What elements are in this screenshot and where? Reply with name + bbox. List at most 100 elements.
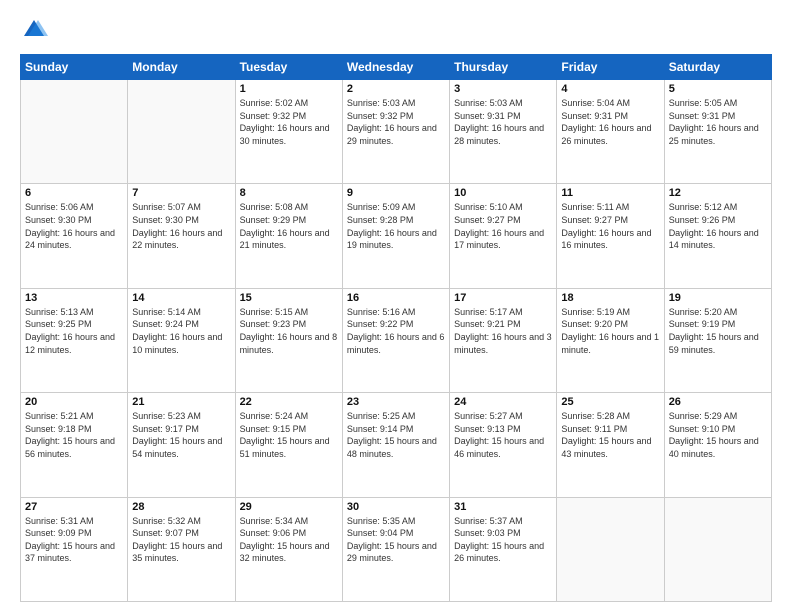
calendar-table: SundayMondayTuesdayWednesdayThursdayFrid… — [20, 54, 772, 602]
calendar-cell-2-6: 19 Sunrise: 5:20 AM Sunset: 9:19 PM Dayli… — [664, 288, 771, 392]
calendar-cell-1-2: 8 Sunrise: 5:08 AM Sunset: 9:29 PM Daylig… — [235, 184, 342, 288]
calendar-header-thursday: Thursday — [450, 55, 557, 80]
calendar-header-wednesday: Wednesday — [342, 55, 449, 80]
calendar-cell-1-6: 12 Sunrise: 5:12 AM Sunset: 9:26 PM Dayli… — [664, 184, 771, 288]
calendar-cell-4-2: 29 Sunrise: 5:34 AM Sunset: 9:06 PM Dayli… — [235, 497, 342, 601]
calendar-cell-2-5: 18 Sunrise: 5:19 AM Sunset: 9:20 PM Dayli… — [557, 288, 664, 392]
day-info: Sunrise: 5:11 AM Sunset: 9:27 PM Dayligh… — [561, 201, 659, 251]
day-number: 7 — [132, 187, 230, 199]
day-number: 12 — [669, 187, 767, 199]
calendar-cell-0-4: 3Sunrise: 5:03 AM Sunset: 9:31 PM Daylig… — [450, 80, 557, 184]
day-info: Sunrise: 5:12 AM Sunset: 9:26 PM Dayligh… — [669, 201, 767, 251]
day-number: 17 — [454, 292, 552, 304]
calendar-cell-0-3: 2 Sunrise: 5:03 AM Sunset: 9:32 PM Daylig… — [342, 80, 449, 184]
day-number: 19 — [669, 292, 767, 304]
calendar-cell-4-6 — [664, 497, 771, 601]
day-info: Sunrise: 5:23 AM Sunset: 9:17 PM Dayligh… — [132, 410, 230, 460]
day-number: 11 — [561, 187, 659, 199]
calendar-cell-0-6: 5 Sunrise: 5:05 AM Sunset: 9:31 PM Daylig… — [664, 80, 771, 184]
calendar-cell-3-4: 24Sunrise: 5:27 AM Sunset: 9:13 PM Dayli… — [450, 393, 557, 497]
calendar-cell-3-2: 22 Sunrise: 5:24 AM Sunset: 9:15 PM Dayli… — [235, 393, 342, 497]
calendar-cell-3-6: 26Sunrise: 5:29 AM Sunset: 9:10 PM Dayli… — [664, 393, 771, 497]
day-number: 21 — [132, 396, 230, 408]
day-number: 23 — [347, 396, 445, 408]
calendar-cell-3-3: 23Sunrise: 5:25 AM Sunset: 9:14 PM Dayli… — [342, 393, 449, 497]
calendar-cell-4-4: 31Sunrise: 5:37 AM Sunset: 9:03 PM Dayli… — [450, 497, 557, 601]
calendar-header-sunday: Sunday — [21, 55, 128, 80]
day-number: 16 — [347, 292, 445, 304]
calendar-header-row: SundayMondayTuesdayWednesdayThursdayFrid… — [21, 55, 772, 80]
day-info: Sunrise: 5:13 AM Sunset: 9:25 PM Dayligh… — [25, 306, 123, 356]
day-info: Sunrise: 5:04 AM Sunset: 9:31 PM Dayligh… — [561, 97, 659, 147]
day-info: Sunrise: 5:10 AM Sunset: 9:27 PM Dayligh… — [454, 201, 552, 251]
week-row-0: 1Sunrise: 5:02 AM Sunset: 9:32 PM Daylig… — [21, 80, 772, 184]
day-info: Sunrise: 5:08 AM Sunset: 9:29 PM Dayligh… — [240, 201, 338, 251]
calendar-cell-1-3: 9 Sunrise: 5:09 AM Sunset: 9:28 PM Daylig… — [342, 184, 449, 288]
day-info: Sunrise: 5:05 AM Sunset: 9:31 PM Dayligh… — [669, 97, 767, 147]
calendar-cell-0-0 — [21, 80, 128, 184]
day-number: 30 — [347, 501, 445, 513]
week-row-3: 20 Sunrise: 5:21 AM Sunset: 9:18 PM Dayli… — [21, 393, 772, 497]
week-row-1: 6 Sunrise: 5:06 AM Sunset: 9:30 PM Daylig… — [21, 184, 772, 288]
calendar-cell-3-1: 21 Sunrise: 5:23 AM Sunset: 9:17 PM Dayli… — [128, 393, 235, 497]
day-number: 18 — [561, 292, 659, 304]
day-number: 5 — [669, 83, 767, 95]
day-number: 10 — [454, 187, 552, 199]
day-number: 24 — [454, 396, 552, 408]
calendar-header-monday: Monday — [128, 55, 235, 80]
week-row-4: 27Sunrise: 5:31 AM Sunset: 9:09 PM Dayli… — [21, 497, 772, 601]
day-info: Sunrise: 5:03 AM Sunset: 9:31 PM Dayligh… — [454, 97, 552, 147]
calendar-cell-2-2: 15 Sunrise: 5:15 AM Sunset: 9:23 PM Dayli… — [235, 288, 342, 392]
day-info: Sunrise: 5:09 AM Sunset: 9:28 PM Dayligh… — [347, 201, 445, 251]
day-number: 2 — [347, 83, 445, 95]
day-number: 28 — [132, 501, 230, 513]
day-info: Sunrise: 5:24 AM Sunset: 9:15 PM Dayligh… — [240, 410, 338, 460]
logo-icon — [20, 16, 48, 44]
day-info: Sunrise: 5:03 AM Sunset: 9:32 PM Dayligh… — [347, 97, 445, 147]
day-number: 22 — [240, 396, 338, 408]
calendar-cell-2-0: 13 Sunrise: 5:13 AM Sunset: 9:25 PM Dayli… — [21, 288, 128, 392]
day-number: 25 — [561, 396, 659, 408]
day-info: Sunrise: 5:34 AM Sunset: 9:06 PM Dayligh… — [240, 515, 338, 565]
calendar-cell-1-1: 7 Sunrise: 5:07 AM Sunset: 9:30 PM Daylig… — [128, 184, 235, 288]
calendar-cell-0-2: 1Sunrise: 5:02 AM Sunset: 9:32 PM Daylig… — [235, 80, 342, 184]
calendar-cell-4-5 — [557, 497, 664, 601]
day-number: 15 — [240, 292, 338, 304]
calendar-header-saturday: Saturday — [664, 55, 771, 80]
header — [20, 16, 772, 44]
day-info: Sunrise: 5:29 AM Sunset: 9:10 PM Dayligh… — [669, 410, 767, 460]
calendar-cell-2-3: 16Sunrise: 5:16 AM Sunset: 9:22 PM Dayli… — [342, 288, 449, 392]
calendar-cell-0-1 — [128, 80, 235, 184]
calendar-cell-1-4: 10 Sunrise: 5:10 AM Sunset: 9:27 PM Dayli… — [450, 184, 557, 288]
day-info: Sunrise: 5:21 AM Sunset: 9:18 PM Dayligh… — [25, 410, 123, 460]
day-number: 1 — [240, 83, 338, 95]
day-number: 29 — [240, 501, 338, 513]
day-info: Sunrise: 5:37 AM Sunset: 9:03 PM Dayligh… — [454, 515, 552, 565]
day-number: 8 — [240, 187, 338, 199]
day-number: 20 — [25, 396, 123, 408]
calendar-cell-4-1: 28 Sunrise: 5:32 AM Sunset: 9:07 PM Dayli… — [128, 497, 235, 601]
day-number: 9 — [347, 187, 445, 199]
day-info: Sunrise: 5:19 AM Sunset: 9:20 PM Dayligh… — [561, 306, 659, 356]
day-number: 14 — [132, 292, 230, 304]
calendar-cell-4-3: 30Sunrise: 5:35 AM Sunset: 9:04 PM Dayli… — [342, 497, 449, 601]
day-number: 13 — [25, 292, 123, 304]
day-info: Sunrise: 5:20 AM Sunset: 9:19 PM Dayligh… — [669, 306, 767, 356]
day-info: Sunrise: 5:06 AM Sunset: 9:30 PM Dayligh… — [25, 201, 123, 251]
day-info: Sunrise: 5:31 AM Sunset: 9:09 PM Dayligh… — [25, 515, 123, 565]
day-info: Sunrise: 5:15 AM Sunset: 9:23 PM Dayligh… — [240, 306, 338, 356]
day-info: Sunrise: 5:07 AM Sunset: 9:30 PM Dayligh… — [132, 201, 230, 251]
day-info: Sunrise: 5:32 AM Sunset: 9:07 PM Dayligh… — [132, 515, 230, 565]
day-number: 6 — [25, 187, 123, 199]
calendar-cell-1-0: 6 Sunrise: 5:06 AM Sunset: 9:30 PM Daylig… — [21, 184, 128, 288]
logo — [20, 16, 52, 44]
calendar-cell-2-4: 17Sunrise: 5:17 AM Sunset: 9:21 PM Dayli… — [450, 288, 557, 392]
day-info: Sunrise: 5:28 AM Sunset: 9:11 PM Dayligh… — [561, 410, 659, 460]
calendar-cell-4-0: 27Sunrise: 5:31 AM Sunset: 9:09 PM Dayli… — [21, 497, 128, 601]
calendar-cell-2-1: 14 Sunrise: 5:14 AM Sunset: 9:24 PM Dayli… — [128, 288, 235, 392]
calendar-cell-1-5: 11 Sunrise: 5:11 AM Sunset: 9:27 PM Dayli… — [557, 184, 664, 288]
calendar-cell-3-5: 25 Sunrise: 5:28 AM Sunset: 9:11 PM Dayli… — [557, 393, 664, 497]
calendar-cell-3-0: 20 Sunrise: 5:21 AM Sunset: 9:18 PM Dayli… — [21, 393, 128, 497]
calendar-header-tuesday: Tuesday — [235, 55, 342, 80]
day-info: Sunrise: 5:14 AM Sunset: 9:24 PM Dayligh… — [132, 306, 230, 356]
